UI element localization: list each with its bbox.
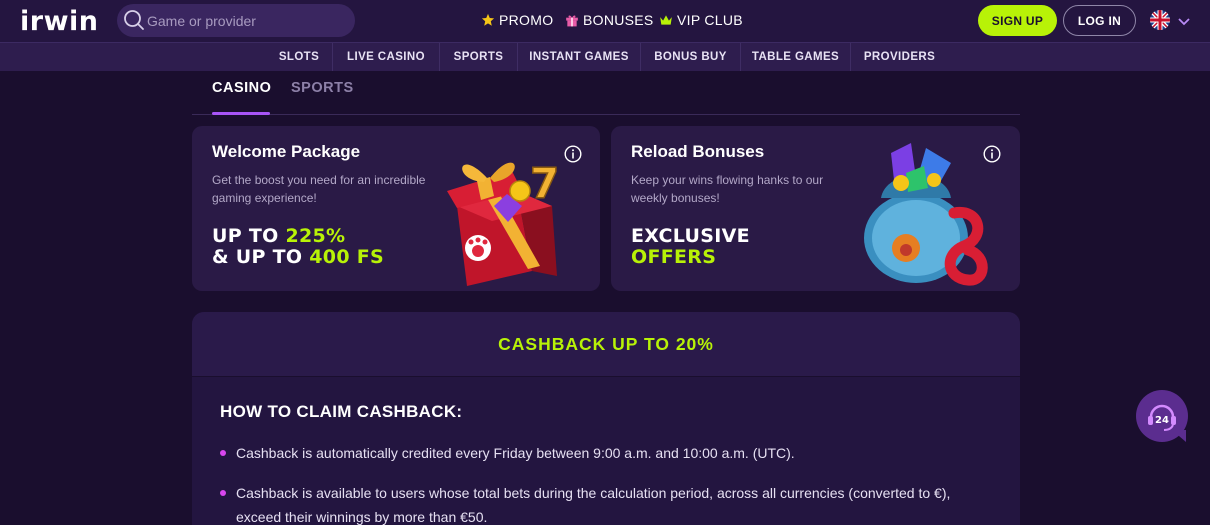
bullet-dot bbox=[220, 450, 226, 456]
top-header: irwin PROMO BONUSES VIP CLUB SIGN UP LOG… bbox=[0, 0, 1210, 42]
uk-flag-icon[interactable] bbox=[1150, 10, 1170, 30]
card-offer-line-2: OFFERS bbox=[631, 246, 717, 268]
tab-divider bbox=[192, 114, 1020, 115]
gift-icon bbox=[565, 13, 579, 27]
support-chat-button[interactable]: 24 bbox=[1136, 390, 1188, 442]
search-input[interactable] bbox=[147, 4, 347, 37]
card-offer-line-1: EXCLUSIVE bbox=[631, 225, 750, 247]
welcome-package-card[interactable]: Welcome Package Get the boost you need f… bbox=[192, 126, 600, 291]
money-bag-illustration bbox=[864, 143, 988, 286]
card-title: Welcome Package bbox=[212, 142, 361, 161]
nav-promo-label: PROMO bbox=[499, 12, 554, 28]
category-instant-games[interactable]: INSTANT GAMES bbox=[517, 43, 640, 71]
category-providers[interactable]: PROVIDERS bbox=[850, 43, 948, 71]
star-icon bbox=[481, 13, 495, 27]
card-title: Reload Bonuses bbox=[631, 142, 765, 161]
gift-box-illustration: 7 bbox=[447, 158, 560, 286]
search-bar[interactable] bbox=[117, 4, 355, 37]
nav-promo[interactable]: PROMO bbox=[481, 12, 553, 28]
tab-casino[interactable]: CASINO bbox=[212, 80, 271, 96]
nav-vip-club[interactable]: VIP CLUB bbox=[659, 12, 743, 28]
category-live-casino[interactable]: LIVE CASINO bbox=[332, 43, 439, 71]
category-sports[interactable]: SPORTS bbox=[439, 43, 517, 71]
card-offer-line-1: UP TO 225% bbox=[212, 225, 346, 247]
search-icon bbox=[123, 9, 145, 36]
cashback-rule-item: Cashback is automatically credited every… bbox=[236, 445, 795, 461]
category-table-games[interactable]: TABLE GAMES bbox=[740, 43, 850, 71]
category-slots[interactable]: SLOTS bbox=[266, 43, 332, 71]
chevron-down-icon[interactable] bbox=[1178, 14, 1190, 32]
tab-sports[interactable]: SPORTS bbox=[291, 80, 354, 96]
active-tab-indicator bbox=[212, 112, 270, 115]
cashback-heading: CASHBACK UP TO 20% bbox=[192, 312, 1020, 377]
support-badge-text: 24 bbox=[1155, 415, 1169, 426]
card-description: Keep your wins flowing hanks to our week… bbox=[631, 173, 824, 205]
reload-bonuses-card[interactable]: Reload Bonuses Keep your wins flowing ha… bbox=[611, 126, 1020, 291]
card-description: Get the boost you need for an incredible… bbox=[212, 173, 426, 205]
cashback-section: CASHBACK UP TO 20% HOW TO CLAIM CASHBACK… bbox=[192, 312, 1020, 525]
crown-icon bbox=[659, 13, 673, 27]
how-to-claim-title: HOW TO CLAIM CASHBACK: bbox=[220, 402, 463, 421]
card-offer-line-2: & UP TO 400 FS bbox=[212, 246, 385, 268]
cashback-rule-item: Cashback is available to users whose tot… bbox=[236, 485, 951, 525]
logo[interactable]: irwin bbox=[20, 6, 99, 37]
category-bar: SLOTS LIVE CASINO SPORTS INSTANT GAMES B… bbox=[0, 42, 1210, 71]
bullet-dot bbox=[220, 490, 226, 496]
log-in-button[interactable]: LOG IN bbox=[1063, 5, 1136, 36]
nav-vip-label: VIP CLUB bbox=[677, 12, 743, 28]
category-bonus-buy[interactable]: BONUS BUY bbox=[640, 43, 740, 71]
nav-bonuses-label: BONUSES bbox=[583, 12, 654, 28]
headset-24-icon: 24 bbox=[1148, 404, 1176, 431]
sign-up-button[interactable]: SIGN UP bbox=[978, 5, 1057, 36]
svg-text:7: 7 bbox=[530, 159, 559, 208]
nav-bonuses[interactable]: BONUSES bbox=[565, 12, 654, 28]
